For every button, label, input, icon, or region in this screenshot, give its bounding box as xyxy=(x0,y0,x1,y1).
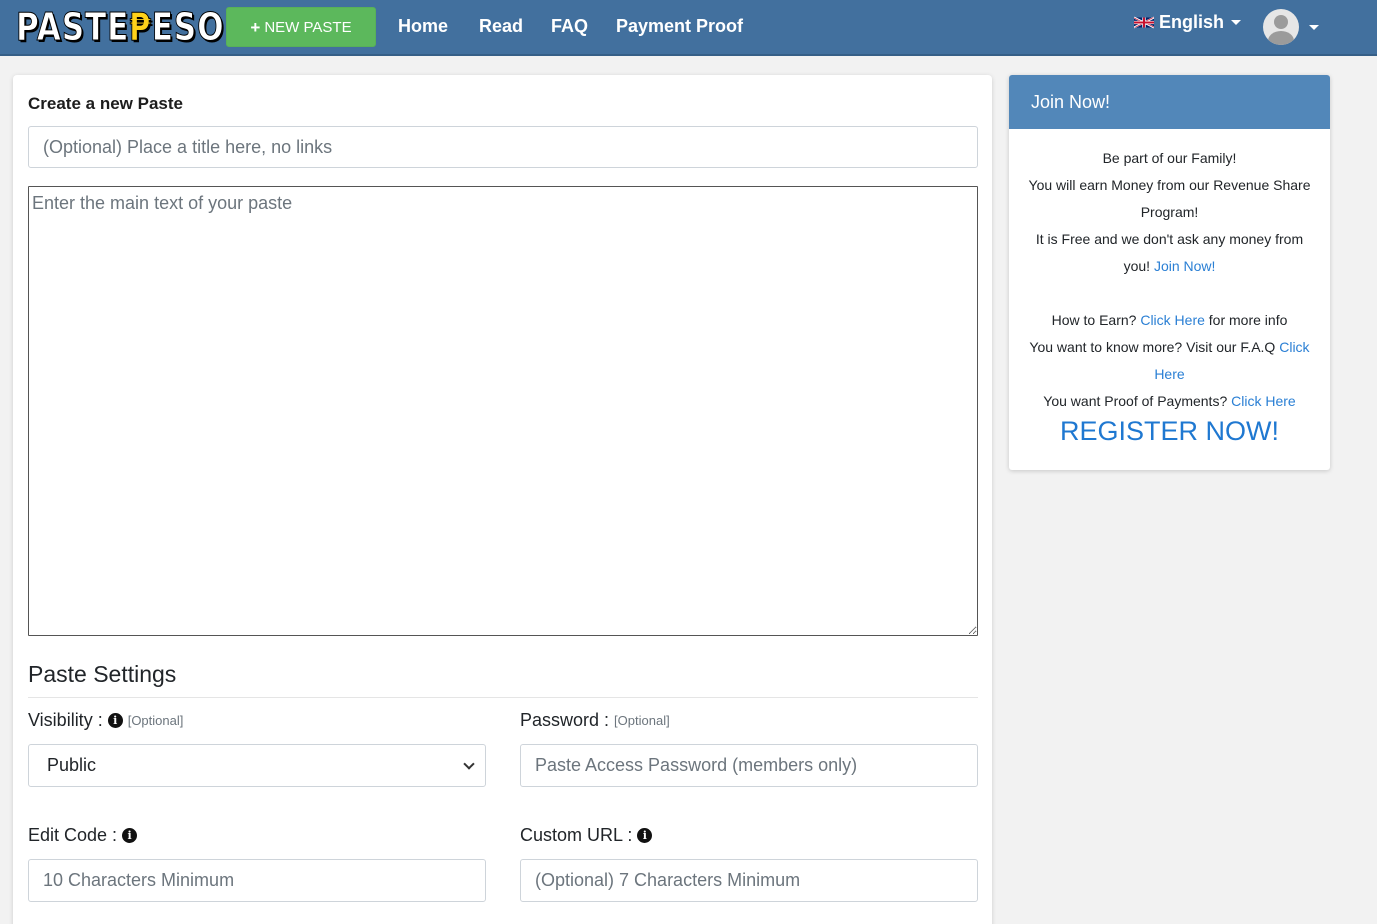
join-now-card: Join Now! Be part of our Family! You wil… xyxy=(1009,75,1330,470)
nav-payment-proof-link[interactable]: Payment Proof xyxy=(616,16,743,37)
chevron-down-icon xyxy=(463,757,475,770)
password-label: Password : [Optional] xyxy=(520,710,670,731)
language-dropdown[interactable]: English xyxy=(1134,12,1242,33)
optional-tag: [Optional] xyxy=(614,713,670,728)
nav-home-link[interactable]: Home xyxy=(398,16,448,37)
caret-down-icon xyxy=(1231,20,1242,25)
payment-proof-link[interactable]: Click Here xyxy=(1231,393,1296,409)
paste-password-input[interactable] xyxy=(520,744,978,787)
user-menu-dropdown[interactable] xyxy=(1263,9,1319,45)
language-label: English xyxy=(1159,12,1225,32)
how-to-earn-link[interactable]: Click Here xyxy=(1140,312,1205,328)
site-logo[interactable]: PASTE ₱ ESO xyxy=(16,5,225,50)
custom-url-label: Custom URL : i xyxy=(520,825,653,846)
info-circle-icon[interactable]: i xyxy=(122,828,138,843)
create-paste-heading: Create a new Paste xyxy=(28,94,183,113)
edit-code-label-text: Edit Code : xyxy=(28,825,118,845)
new-paste-label: NEW PASTE xyxy=(264,18,352,36)
join-now-body: Be part of our Family! You will earn Mon… xyxy=(1009,129,1330,446)
edit-code-input[interactable] xyxy=(28,859,486,902)
settings-divider xyxy=(28,697,978,698)
faq-text: You want to know more? Visit our F.A.Q C… xyxy=(1029,339,1310,382)
top-navbar: PASTE ₱ ESO + NEW PASTE Home Read FAQ Paym… xyxy=(0,0,1377,56)
paste-content-textarea[interactable] xyxy=(28,186,978,636)
visibility-select[interactable]: Public xyxy=(28,744,486,787)
family-text: Be part of our Family! xyxy=(1102,150,1237,166)
new-paste-button[interactable]: + NEW PASTE xyxy=(226,7,376,47)
paste-title-input[interactable] xyxy=(28,126,978,168)
uk-flag-icon xyxy=(1134,16,1154,29)
custom-url-label-text: Custom URL : xyxy=(520,825,633,845)
paste-settings-heading: Paste Settings xyxy=(28,661,177,687)
visibility-selected-value: Public xyxy=(47,755,97,775)
logo-peso-sign: ₱ xyxy=(129,5,152,50)
visibility-label: Visibility : i [Optional] xyxy=(28,710,183,731)
plus-icon: + xyxy=(250,17,261,37)
register-now-link[interactable]: REGISTER NOW! xyxy=(1023,416,1316,446)
join-now-link[interactable]: Join Now! xyxy=(1154,258,1215,274)
create-paste-card: Create a new Paste Paste Settings Visibi… xyxy=(13,75,992,924)
custom-url-input[interactable] xyxy=(520,859,978,902)
how-to-earn-text: How to Earn? Click Here for more info xyxy=(1051,312,1288,328)
optional-tag: [Optional] xyxy=(127,713,184,728)
info-circle-icon[interactable]: i xyxy=(637,828,653,843)
free-text: It is Free and we don't ask any money fr… xyxy=(1035,231,1304,274)
nav-faq-link[interactable]: FAQ xyxy=(551,16,588,37)
proof-text: You want Proof of Payments? Click Here xyxy=(1043,393,1296,409)
info-circle-icon[interactable]: i xyxy=(107,713,123,728)
user-avatar-icon xyxy=(1263,9,1299,45)
nav-read-link[interactable]: Read xyxy=(479,16,523,37)
password-label-text: Password : xyxy=(520,710,610,730)
join-now-header: Join Now! xyxy=(1009,75,1330,129)
logo-text-eso: ESO xyxy=(151,5,225,50)
revenue-share-text: You will earn Money from our Revenue Sha… xyxy=(1028,177,1311,220)
logo-text-paste: PASTE xyxy=(16,5,130,50)
caret-down-icon xyxy=(1309,24,1319,30)
visibility-label-text: Visibility : xyxy=(28,710,103,730)
edit-code-label: Edit Code : i xyxy=(28,825,138,846)
